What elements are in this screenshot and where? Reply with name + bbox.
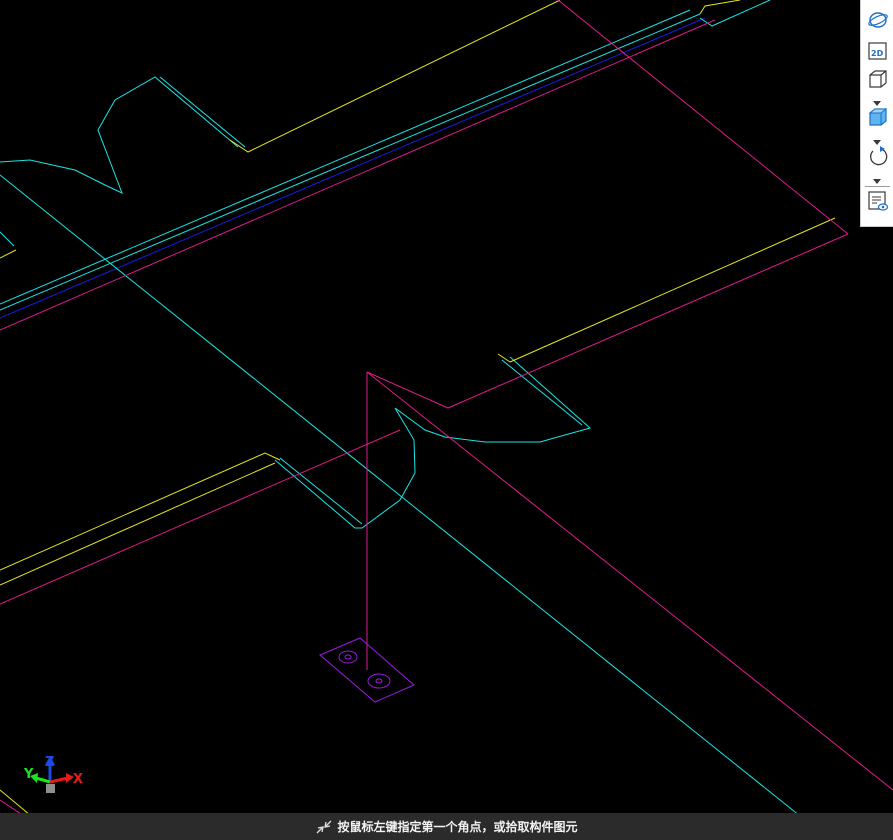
rotate-dropdown[interactable] <box>871 174 883 184</box>
view-cube-dropdown[interactable] <box>871 96 883 106</box>
command-prompt-text: 按鼠标左键指定第一个角点，或拾取构件图元 <box>337 820 578 834</box>
axis-z-label: Z <box>45 755 54 770</box>
toolbar-divider <box>865 186 890 187</box>
rotate-icon <box>867 145 889 171</box>
shaded-cube-dropdown[interactable] <box>871 135 883 145</box>
slab-edge-right[interactable] <box>497 217 836 363</box>
axis-x-label: X <box>73 772 83 787</box>
view-cube-button[interactable] <box>864 69 891 93</box>
axis-y-label: Y <box>23 767 34 782</box>
display-settings-button[interactable] <box>864 191 891 215</box>
view-toolbar: 2D <box>860 0 893 227</box>
svg-text:2D: 2D <box>871 49 884 58</box>
slab-edge-left[interactable] <box>0 249 17 259</box>
slab-corner-top[interactable] <box>699 0 741 15</box>
wall-edge-left[interactable] <box>0 231 15 247</box>
axis-triad: Z X Y <box>23 755 83 793</box>
slab-edge-middle[interactable] <box>0 452 281 571</box>
orbit-icon <box>867 10 889 34</box>
wall-edge-right[interactable] <box>501 359 583 426</box>
cube-shaded-icon <box>867 106 889 132</box>
column-line-lower[interactable] <box>366 371 893 791</box>
slab-edge-middle-2[interactable] <box>0 462 276 586</box>
slab-boundary-left[interactable] <box>0 429 401 605</box>
slab-edge-upper[interactable] <box>229 0 561 153</box>
cursor-select-icon <box>315 819 333 835</box>
drawing-canvas[interactable]: Z X Y <box>0 0 893 840</box>
status-bar: 按鼠标左键指定第一个角点，或拾取构件图元 <box>0 813 893 840</box>
orbit-button[interactable] <box>864 10 891 34</box>
wall-edge-upper[interactable] <box>159 76 246 148</box>
slab-boundary-apex[interactable] <box>366 371 449 409</box>
grid-line-cyan[interactable] <box>0 174 831 840</box>
column-line-upper[interactable] <box>557 0 849 235</box>
2d-icon: 2D <box>867 41 889 65</box>
wall-outline-upper[interactable] <box>0 76 239 194</box>
beam-edge-cyan[interactable] <box>0 9 691 305</box>
shaded-cube-button[interactable] <box>864 107 891 131</box>
slab-boundary-right[interactable] <box>447 233 849 409</box>
beam-edge-magenta[interactable] <box>0 19 716 331</box>
wall-edge-middle[interactable] <box>279 457 363 525</box>
view-settings-icon <box>867 190 889 216</box>
beam-edge-cyan-2[interactable] <box>0 13 701 311</box>
model-viewport[interactable]: Z X Y <box>0 0 893 840</box>
2d-view-button[interactable]: 2D <box>864 41 891 65</box>
rotate-button[interactable] <box>864 146 891 170</box>
wall-outline-middle[interactable] <box>274 356 592 529</box>
caret-down-icon <box>873 169 881 188</box>
beam-line-blue[interactable] <box>0 17 706 319</box>
